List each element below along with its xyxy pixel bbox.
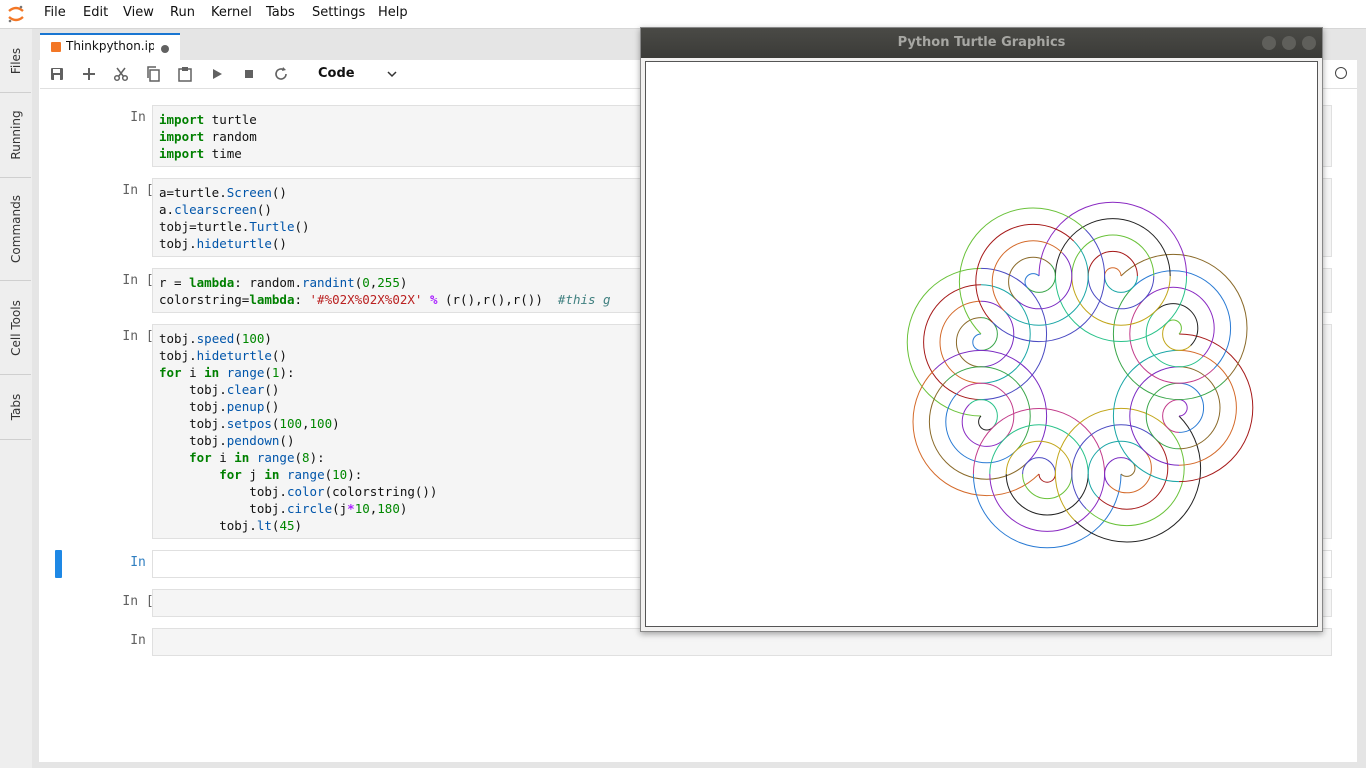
spiral-arc (1178, 399, 1188, 417)
spiral-arc (1024, 273, 1040, 288)
left-sidebar: Files Running Commands Cell Tools Tabs (0, 29, 33, 768)
notebook-icon (51, 42, 61, 52)
unsaved-dot-icon[interactable] (161, 45, 169, 53)
spiral-arc (975, 223, 1075, 323)
spiral-arc (1003, 240, 1089, 326)
menu-kernel[interactable]: Kernel (211, 5, 252, 20)
spiral-arc (1022, 457, 1056, 475)
spiral-arc (955, 317, 982, 368)
spiral-arc (928, 380, 1028, 480)
spiral-arc (1167, 319, 1182, 335)
spiral-arc (1087, 440, 1145, 498)
spiral-arc (1162, 322, 1191, 351)
menu-settings[interactable]: Settings (312, 5, 365, 20)
cell-code: r = lambda: random.randint(0,255) colors… (159, 275, 611, 307)
spiral-arc (1104, 275, 1138, 293)
close-icon[interactable] (1302, 36, 1316, 50)
menu-view[interactable]: View (123, 5, 154, 20)
restart-icon[interactable] (273, 66, 289, 82)
spiral-arc (1120, 462, 1136, 477)
spiral-arc (980, 317, 998, 351)
menu-help[interactable]: Help (378, 5, 408, 20)
copy-icon[interactable] (145, 66, 161, 82)
spiral-arc (969, 399, 998, 428)
kernel-status-icon (1335, 67, 1347, 79)
sidebar-tab-label: Cell Tools (8, 299, 23, 356)
tab-title: Thinkpython.ipynb (66, 39, 154, 53)
spiral-arc (912, 369, 1040, 497)
menu-tabs[interactable]: Tabs (266, 5, 295, 20)
minimize-icon[interactable] (1262, 36, 1276, 50)
menu-file[interactable]: File (44, 5, 66, 20)
tab-notebook[interactable]: Thinkpython.ipynb (40, 33, 180, 60)
spiral-arc (1178, 382, 1205, 433)
paste-icon[interactable] (177, 66, 193, 82)
spiral-arc (1027, 264, 1056, 293)
turtle-canvas[interactable] (645, 61, 1318, 627)
spiral-arc (978, 415, 993, 431)
stop-icon[interactable] (241, 66, 257, 82)
cut-icon[interactable] (113, 66, 129, 82)
spiral-arc (980, 284, 1031, 384)
jupyter-logo-icon (8, 5, 24, 23)
spiral-arc (972, 333, 982, 351)
spiral-arc (1145, 310, 1203, 368)
turtle-graphics-window[interactable]: Python Turtle Graphics (640, 27, 1323, 632)
spiral-arc (945, 366, 1031, 452)
sidebar-tab-cell-tools[interactable]: Cell Tools (0, 281, 31, 375)
cell-editor[interactable] (152, 628, 1332, 656)
sidebar-tab-label: Commands (8, 195, 23, 263)
menu-bar: File Edit View Run Kernel Tabs Settings … (0, 0, 1366, 29)
window-titlebar[interactable]: Python Turtle Graphics (641, 28, 1322, 58)
spiral-arc (958, 207, 1086, 335)
sidebar-tab-tabs[interactable]: Tabs (0, 375, 31, 440)
run-icon[interactable] (209, 66, 225, 82)
spiral-arc (1022, 473, 1073, 500)
spiral-arc (1087, 250, 1138, 277)
cell-code: a=turtle.Screen() a.clearscreen() tobj=t… (159, 185, 310, 251)
chevron-down-icon[interactable] (386, 68, 398, 80)
cell-code: import turtle import random import time (159, 112, 257, 161)
spiral-arc (1071, 275, 1171, 326)
spiral-arc (1120, 253, 1248, 381)
cell-type-dropdown[interactable]: Code (318, 66, 355, 81)
spiral-arc (957, 382, 1015, 440)
spiral-arc (1129, 366, 1180, 466)
spiral-arc (1071, 424, 1157, 510)
code-cell[interactable]: In [ ]: (40, 628, 1357, 656)
sidebar-tab-label: Running (8, 110, 23, 160)
sidebar-tab-commands[interactable]: Commands (0, 178, 31, 281)
spiral-arc (1104, 457, 1133, 486)
spiral-arc (1129, 298, 1215, 384)
menu-edit[interactable]: Edit (83, 5, 108, 20)
cell-code: tobj.speed(100) tobj.hideturtle() for i … (159, 331, 438, 533)
spiral-arc (1074, 415, 1202, 543)
spiral-arc (1104, 267, 1122, 277)
add-cell-icon[interactable] (81, 66, 97, 82)
maximize-icon[interactable] (1282, 36, 1296, 50)
sidebar-tab-label: Files (8, 47, 23, 74)
spiral-drawing (906, 201, 1254, 549)
spiral-arc (1132, 270, 1232, 370)
spiral-arc (1015, 252, 1073, 310)
spiral-arc (989, 424, 1089, 475)
save-icon[interactable] (49, 66, 65, 82)
sidebar-tab-label: Tabs (8, 393, 23, 421)
spiral-arc (1162, 399, 1180, 433)
spiral-arc (1038, 473, 1056, 483)
spiral-arc (1085, 427, 1185, 527)
sidebar-tab-running[interactable]: Running (0, 93, 31, 178)
menu-run[interactable]: Run (170, 5, 195, 20)
sidebar-tab-files[interactable]: Files (0, 29, 31, 93)
window-title: Python Turtle Graphics (897, 35, 1066, 50)
